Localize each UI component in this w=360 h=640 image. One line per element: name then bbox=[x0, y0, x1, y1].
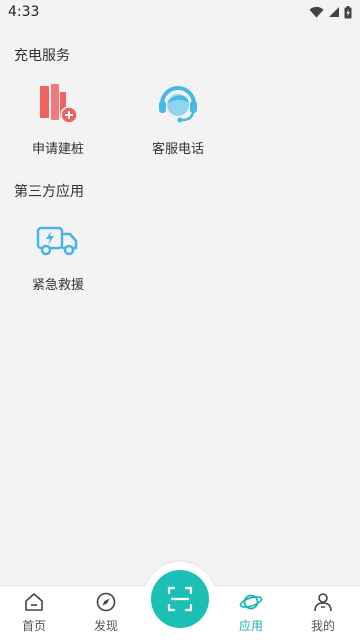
customer-service-icon bbox=[154, 80, 202, 128]
nav-item-home[interactable]: 首页 bbox=[4, 590, 64, 634]
user-icon bbox=[311, 590, 335, 614]
status-bar: 4:33 bbox=[0, 0, 360, 24]
status-icons bbox=[309, 5, 352, 19]
grid-label: 客服电话 bbox=[151, 142, 204, 157]
wifi-icon bbox=[309, 6, 324, 18]
nav-label: 我的 bbox=[310, 619, 335, 633]
home-icon bbox=[22, 590, 46, 614]
grid-item-customer-service[interactable]: 客服电话 bbox=[128, 80, 228, 157]
nav-label: 首页 bbox=[21, 619, 46, 633]
grid-label: 申请建桩 bbox=[31, 142, 84, 157]
scan-icon bbox=[167, 586, 193, 612]
app-screen: 4:33 充电服务 申请建桩 客服电话 第三方应用 紧急救援 首页 发现 应用 … bbox=[0, 0, 360, 640]
scan-button[interactable] bbox=[151, 570, 209, 628]
grid-item-build-pile[interactable]: 申请建桩 bbox=[8, 80, 108, 157]
nav-item-mine[interactable]: 我的 bbox=[293, 590, 353, 634]
nav-item-apps[interactable]: 应用 bbox=[221, 590, 281, 634]
build-pile-icon bbox=[34, 80, 82, 128]
signal-icon bbox=[329, 7, 339, 17]
nav-label: 应用 bbox=[238, 619, 263, 633]
section-title-third-party: 第三方应用 bbox=[14, 184, 84, 200]
section-title-charging: 充电服务 bbox=[14, 48, 70, 64]
status-time: 4:33 bbox=[8, 4, 40, 20]
rescue-truck-icon bbox=[34, 216, 82, 264]
nav-label: 发现 bbox=[93, 619, 118, 633]
compass-icon bbox=[94, 590, 118, 614]
battery-icon bbox=[344, 5, 352, 18]
grid-item-rescue[interactable]: 紧急救援 bbox=[8, 216, 108, 293]
grid-label: 紧急救援 bbox=[31, 278, 84, 293]
planet-icon bbox=[239, 590, 263, 614]
nav-item-discover[interactable]: 发现 bbox=[76, 590, 136, 634]
